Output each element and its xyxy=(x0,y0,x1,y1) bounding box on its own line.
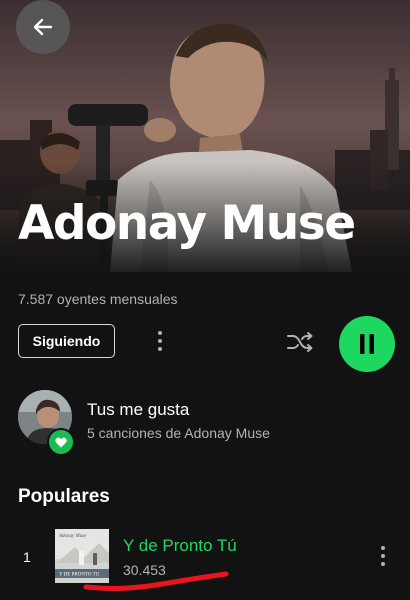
more-vertical-icon xyxy=(158,331,162,351)
liked-songs-row[interactable]: Tus me gusta 5 canciones de Adonay Muse xyxy=(18,390,398,456)
artist-name: Adonay Muse xyxy=(18,196,356,251)
liked-heart-badge xyxy=(47,428,75,456)
liked-songs-title: Tus me gusta xyxy=(87,400,190,419)
liked-songs-subtitle: 5 canciones de Adonay Muse xyxy=(87,425,270,441)
pause-icon xyxy=(360,334,374,354)
red-underline-annotation xyxy=(83,571,229,591)
track-title: Y de Pronto Tú xyxy=(123,536,237,555)
arrow-left-icon xyxy=(33,18,53,36)
popular-heading: Populares xyxy=(18,486,110,507)
cover-artist-text: Adonay Muse xyxy=(58,534,87,539)
more-vertical-icon xyxy=(381,546,385,566)
more-options-button[interactable] xyxy=(150,326,170,356)
monthly-listeners: 7.587 oyentes mensuales xyxy=(18,291,178,307)
track-more-options-button[interactable] xyxy=(374,543,392,569)
shuffle-icon xyxy=(287,332,313,352)
back-button[interactable] xyxy=(16,0,70,54)
follow-button[interactable]: Siguiendo xyxy=(18,324,115,358)
shuffle-button[interactable] xyxy=(284,327,316,357)
track-rank: 1 xyxy=(23,549,31,565)
play-pause-button[interactable] xyxy=(339,316,395,372)
heart-icon xyxy=(55,437,67,447)
artist-header-image: Adonay Muse xyxy=(0,0,410,272)
